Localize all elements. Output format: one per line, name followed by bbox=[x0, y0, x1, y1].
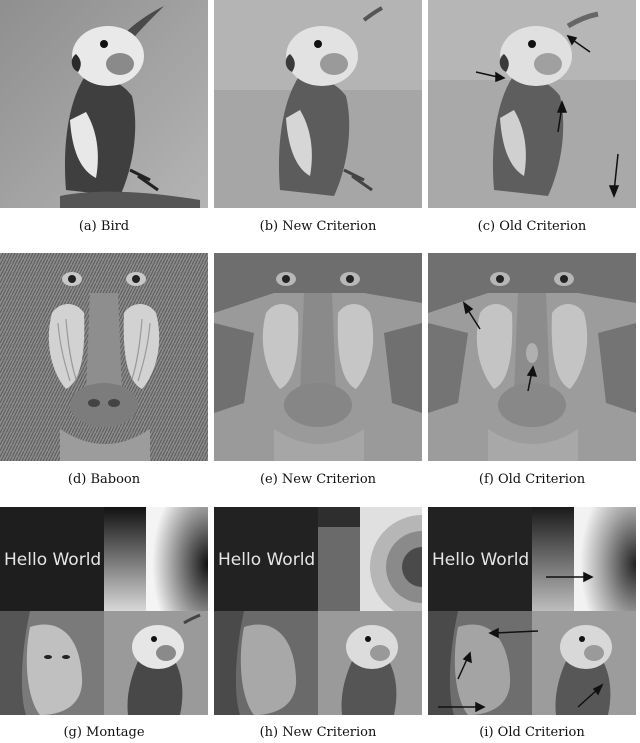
caption-bird: (a) Bird bbox=[78, 219, 130, 234]
panel-bird-old-criterion bbox=[428, 0, 636, 208]
caption-montage-old: (i) Old Criterion bbox=[479, 725, 585, 740]
panel-baboon-new-criterion bbox=[214, 253, 422, 461]
montage-hello-text-new: Hello World bbox=[218, 550, 315, 570]
caption-baboon-old: (f) Old Criterion bbox=[478, 472, 586, 487]
panel-montage-original: Hello World bbox=[0, 507, 208, 715]
caption-montage: (g) Montage bbox=[63, 725, 145, 740]
panel-bird-original bbox=[0, 0, 208, 208]
caption-montage-new: (h) New Criterion bbox=[259, 725, 377, 740]
panel-baboon-old-criterion bbox=[428, 253, 636, 461]
panel-bird-new-criterion bbox=[214, 0, 422, 208]
montage-hello-text-old: Hello World bbox=[432, 550, 529, 570]
panel-montage-new-criterion: Hello World bbox=[214, 507, 422, 715]
montage-hello-text: Hello World bbox=[4, 550, 101, 570]
caption-bird-old: (c) Old Criterion bbox=[477, 219, 587, 234]
panel-baboon-original bbox=[0, 253, 208, 461]
caption-bird-new: (b) New Criterion bbox=[259, 219, 377, 234]
caption-baboon: (d) Baboon bbox=[67, 472, 141, 487]
caption-baboon-new: (e) New Criterion bbox=[259, 472, 377, 487]
panel-montage-old-criterion: Hello World bbox=[428, 507, 636, 715]
